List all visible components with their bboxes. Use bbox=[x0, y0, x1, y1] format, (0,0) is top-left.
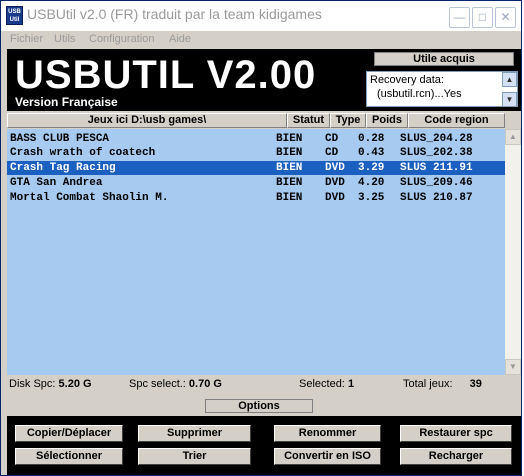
list-item[interactable]: GTA San Andrea BIEN DVD 4.20 SLUS_209.46 bbox=[7, 176, 505, 190]
list-scrollbar[interactable]: ▲ ▼ bbox=[505, 129, 521, 375]
menu-fichier[interactable]: Fichier bbox=[10, 33, 43, 45]
select-button[interactable]: Sélectionner bbox=[15, 448, 123, 465]
game-code: SLUS 210.87 bbox=[400, 192, 473, 204]
utile-acquis-button[interactable]: Utile acquis bbox=[374, 52, 514, 66]
game-status: BIEN bbox=[276, 147, 303, 159]
app-header: USBUTIL V2.00 Version Française Utile ac… bbox=[7, 49, 521, 111]
game-name: GTA San Andrea bbox=[10, 177, 103, 189]
column-header-type[interactable]: Type bbox=[330, 113, 366, 128]
recovery-line-2: (usbutil.rcn)...Yes bbox=[377, 88, 462, 100]
game-code: SLUS_202.38 bbox=[400, 147, 473, 159]
game-size: 0.28 bbox=[358, 133, 385, 145]
column-header-game[interactable]: Jeux ici D:\usb games\ bbox=[7, 113, 287, 128]
options-label: Options bbox=[205, 399, 313, 413]
app-icon[interactable]: USB Util bbox=[6, 6, 23, 25]
game-status: BIEN bbox=[276, 192, 303, 204]
rename-button[interactable]: Renommer bbox=[274, 425, 381, 442]
game-code: SLUS_204.28 bbox=[400, 133, 473, 145]
scroll-up-icon[interactable]: ▲ bbox=[502, 72, 517, 87]
game-status: BIEN bbox=[276, 177, 303, 189]
game-list[interactable]: BASS CLUB PESCA BIEN CD 0.28 SLUS_204.28… bbox=[7, 129, 505, 375]
column-header-region[interactable]: Code region bbox=[408, 113, 505, 128]
total-games: Total jeux: 39 bbox=[403, 378, 482, 390]
restore-space-button[interactable]: Restaurer spc bbox=[400, 425, 512, 442]
game-type: DVD bbox=[325, 192, 345, 204]
list-item[interactable]: BASS CLUB PESCA BIEN CD 0.28 SLUS_204.28 bbox=[7, 132, 505, 146]
game-status: BIEN bbox=[276, 162, 303, 174]
game-code: SLUS_209.46 bbox=[400, 177, 473, 189]
game-type: CD bbox=[325, 133, 339, 145]
game-type: DVD bbox=[325, 177, 345, 189]
version-label: Version Française bbox=[15, 95, 118, 109]
game-size: 4.20 bbox=[358, 177, 385, 189]
game-status: BIEN bbox=[276, 133, 303, 145]
menu-configuration[interactable]: Configuration bbox=[89, 33, 154, 45]
game-type: CD bbox=[325, 147, 339, 159]
game-name: BASS CLUB PESCA bbox=[10, 133, 110, 145]
delete-button[interactable]: Supprimer bbox=[138, 425, 251, 442]
game-type: DVD bbox=[325, 162, 345, 174]
game-name: Crash wrath of coatech bbox=[10, 147, 156, 159]
list-item-selected[interactable]: Crash Tag Racing BIEN DVD 3.29 SLUS 211.… bbox=[7, 161, 505, 175]
game-size: 0.43 bbox=[358, 147, 385, 159]
column-header-status[interactable]: Statut bbox=[287, 113, 330, 128]
list-item[interactable]: Mortal Combat Shaolin M. BIEN DVD 3.25 S… bbox=[7, 191, 505, 205]
menu-aide[interactable]: Aide bbox=[169, 33, 191, 45]
disk-space: Disk Spc: 5.20 G bbox=[9, 378, 92, 390]
window-title: USBUtil v2.0 (FR) traduit par la team ki… bbox=[27, 6, 322, 22]
game-size: 3.29 bbox=[358, 162, 385, 174]
copy-move-button[interactable]: Copier/Déplacer bbox=[15, 425, 123, 442]
list-item[interactable]: Crash wrath of coatech BIEN CD 0.43 SLUS… bbox=[7, 146, 505, 160]
button-panel: Copier/Déplacer Supprimer Renommer Resta… bbox=[7, 416, 521, 475]
game-name: Mortal Combat Shaolin M. bbox=[10, 192, 169, 204]
sort-button[interactable]: Trier bbox=[138, 448, 251, 465]
status-bar: Disk Spc: 5.20 G Spc select.: 0.70 G Sel… bbox=[7, 377, 521, 393]
recovery-data-box[interactable]: Recovery data: (usbutil.rcn)...Yes ▲ ▼ bbox=[366, 71, 518, 107]
column-header-size[interactable]: Poids bbox=[366, 113, 408, 128]
menu-utils[interactable]: Utils bbox=[54, 33, 75, 45]
title-bar[interactable]: USB Util USBUtil v2.0 (FR) traduit par l… bbox=[1, 1, 521, 31]
scroll-down-icon[interactable]: ▼ bbox=[505, 359, 521, 375]
menu-bar: Fichier Utils Configuration Aide bbox=[1, 31, 521, 49]
game-size: 3.25 bbox=[358, 192, 385, 204]
game-name: Crash Tag Racing bbox=[10, 162, 116, 174]
app-window: USB Util USBUtil v2.0 (FR) traduit par l… bbox=[0, 0, 522, 476]
space-selected: Spc select.: 0.70 G bbox=[129, 378, 222, 390]
minimize-icon[interactable]: — bbox=[449, 7, 470, 28]
convert-iso-button[interactable]: Convertir en ISO bbox=[274, 448, 381, 465]
close-icon[interactable]: ✕ bbox=[495, 7, 516, 28]
reload-button[interactable]: Recharger bbox=[400, 448, 512, 465]
selected-count: Selected: 1 bbox=[299, 378, 355, 390]
scroll-up-icon[interactable]: ▲ bbox=[505, 129, 521, 145]
game-code: SLUS 211.91 bbox=[400, 162, 473, 174]
maximize-icon[interactable]: □ bbox=[472, 7, 493, 28]
scroll-down-icon[interactable]: ▼ bbox=[502, 92, 517, 106]
app-name-title: USBUTIL V2.00 bbox=[15, 53, 317, 97]
recovery-line-1: Recovery data: bbox=[370, 74, 444, 86]
